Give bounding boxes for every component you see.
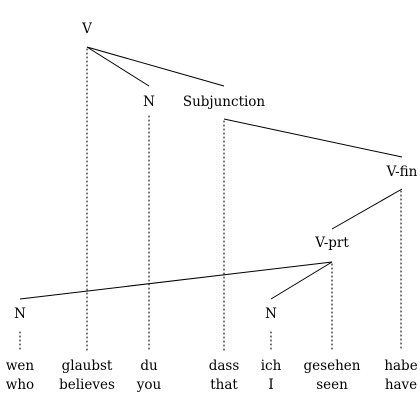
node-label-v-prt: V-prt (314, 235, 349, 251)
word-gloss: that (210, 377, 238, 393)
word-gloss: believes (59, 377, 115, 393)
word-german: glaubst (62, 358, 113, 374)
word-gloss: who (6, 377, 34, 393)
word-german: habe (384, 358, 417, 374)
tree-edge (86, 46, 150, 87)
word-gloss: you (136, 377, 162, 393)
tree-edge (331, 188, 403, 230)
word-german: dass (209, 358, 240, 374)
sentence-words: wen who glaubst believes du you dass tha… (6, 358, 418, 393)
tree-nodes: V N Subjunction V-fin V-prt N N (14, 21, 418, 322)
node-label-v: V (81, 21, 92, 37)
word-gloss: I (268, 377, 273, 393)
word-german: du (140, 358, 158, 374)
word-german: ich (261, 358, 282, 374)
dependency-tree-diagram: V N Subjunction V-fin V-prt N N wen who … (6, 21, 418, 393)
word-german: wen (6, 358, 35, 374)
node-label-n-wen: N (14, 306, 26, 322)
node-label-n-du: N (143, 94, 155, 110)
word-gloss: have (385, 377, 417, 393)
word-german: gesehen (304, 358, 361, 374)
tree-edge (270, 261, 333, 300)
node-label-n-ich: N (265, 306, 277, 322)
node-label-subjunction: Subjunction (183, 94, 266, 110)
tree-edges (19, 46, 403, 300)
word-gloss: seen (316, 377, 348, 393)
tree-edge (223, 118, 403, 158)
tree-edge (19, 261, 333, 300)
tree-edge (86, 46, 225, 87)
node-label-v-fin: V-fin (386, 164, 418, 180)
